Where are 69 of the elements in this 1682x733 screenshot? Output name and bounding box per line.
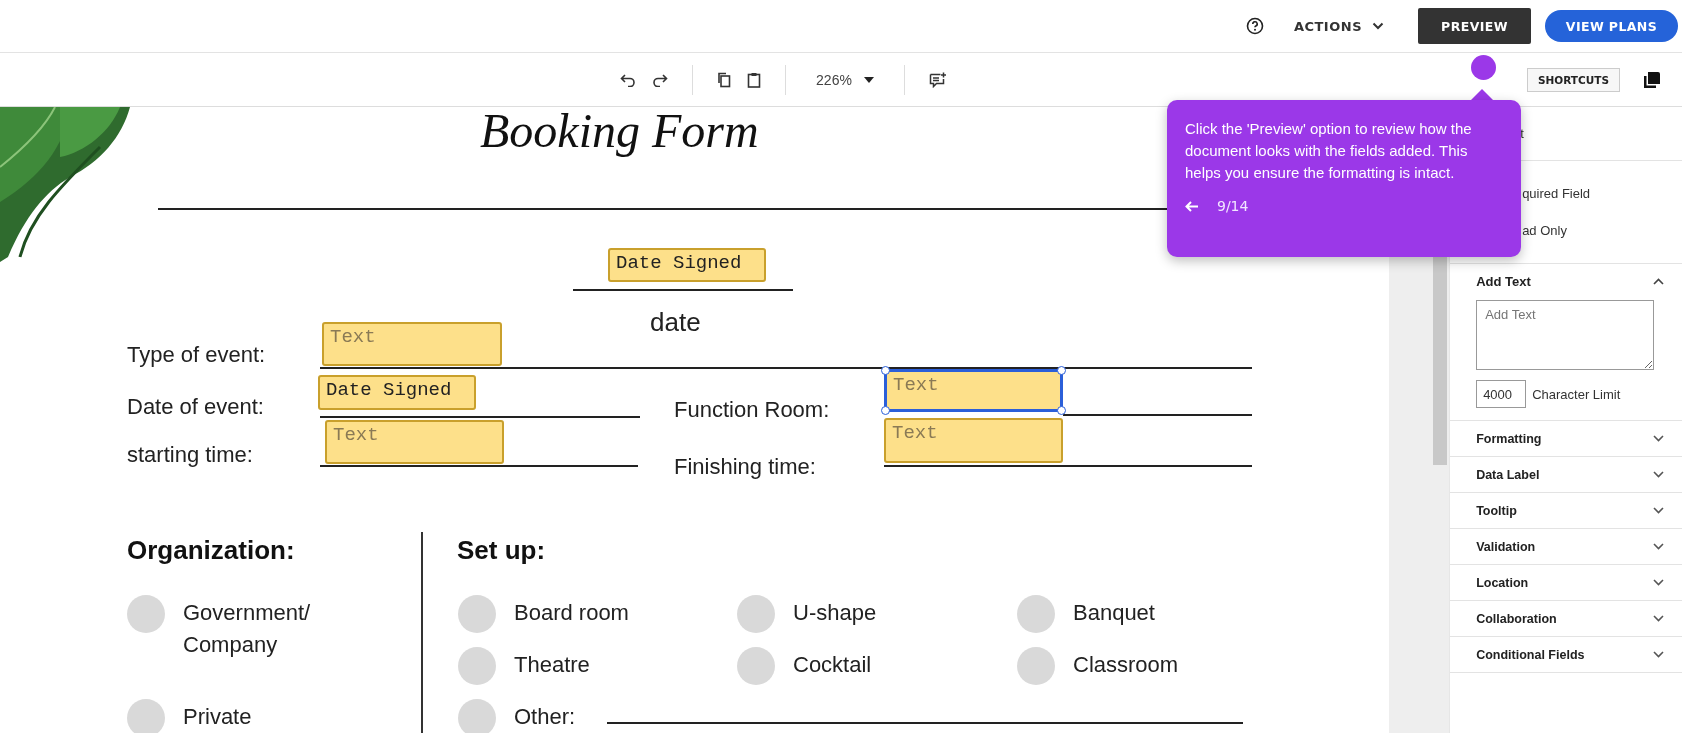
zoom-dropdown[interactable]: 226% bbox=[810, 70, 880, 89]
field-label: Date of event: bbox=[127, 394, 264, 420]
section-header[interactable]: Collaboration bbox=[1450, 601, 1682, 637]
pages-icon[interactable] bbox=[1644, 71, 1660, 88]
comment-icon[interactable] bbox=[928, 71, 947, 88]
section-heading: Organization: bbox=[127, 535, 295, 566]
chevron-down-icon bbox=[1653, 543, 1664, 550]
actions-menu[interactable]: ACTIONS bbox=[1287, 17, 1390, 35]
checkbox-label: ad Only bbox=[1522, 223, 1568, 238]
help-icon[interactable] bbox=[1245, 17, 1264, 35]
radio-button[interactable] bbox=[458, 699, 496, 733]
form-field[interactable]: Date Signed bbox=[608, 248, 766, 282]
field-label: Finishing time: bbox=[674, 454, 816, 480]
section-header[interactable]: Data Label bbox=[1450, 457, 1682, 493]
tooltip-text: Click the 'Preview' option to review how the document looks with the fields added. This helps you ensure the formatting is intact. bbox=[1185, 119, 1473, 183]
chevron-down-icon bbox=[1653, 507, 1664, 514]
form-field[interactable]: Date Signed bbox=[318, 375, 476, 410]
radio-button[interactable] bbox=[127, 595, 165, 633]
text-area[interactable]: Add Text bbox=[1476, 300, 1655, 370]
option-label: Cocktail bbox=[793, 651, 872, 679]
shortcuts-button[interactable]: SHORTCUTS bbox=[1527, 67, 1620, 92]
option-label: Theatre bbox=[514, 651, 590, 679]
copy-icon[interactable] bbox=[717, 71, 732, 88]
section-header[interactable]: Conditional Fields bbox=[1450, 637, 1682, 673]
field-label: starting time: bbox=[127, 442, 253, 468]
character-limit-input[interactable]: 4000 bbox=[1476, 380, 1527, 408]
radio-button[interactable] bbox=[1017, 595, 1055, 633]
section-header[interactable]: Add Text bbox=[1450, 264, 1682, 298]
undo-icon[interactable] bbox=[620, 72, 637, 87]
chevron-down-icon bbox=[1372, 22, 1384, 30]
form-title: Booking Form bbox=[480, 107, 759, 159]
character-limit-label: Character Limit bbox=[1532, 386, 1621, 402]
section-heading: Set up: bbox=[457, 535, 546, 566]
option-label: Private bbox=[183, 703, 253, 731]
option-label: Board room bbox=[514, 599, 629, 627]
pointer-dot bbox=[1471, 55, 1496, 80]
back-arrow-icon[interactable] bbox=[1185, 200, 1199, 212]
chevron-down-icon bbox=[1653, 651, 1664, 658]
chevron-down-icon bbox=[1653, 435, 1664, 442]
option-label: U-shape bbox=[793, 599, 877, 627]
section-header[interactable]: Location bbox=[1450, 565, 1682, 601]
chevron-down-icon bbox=[1653, 471, 1664, 478]
clipboard-icon[interactable] bbox=[747, 71, 762, 88]
step-counter: 9/14 bbox=[1217, 198, 1249, 214]
option-label: Banquet bbox=[1073, 599, 1155, 627]
date-caption: date bbox=[650, 307, 701, 338]
option-label: Government/ Company bbox=[183, 599, 312, 659]
chevron-up-icon bbox=[1653, 277, 1664, 285]
radio-button[interactable] bbox=[737, 595, 775, 633]
radio-button[interactable] bbox=[1017, 647, 1055, 685]
preview-button[interactable]: PREVIEW bbox=[1418, 8, 1531, 44]
view-plans-button[interactable]: VIEW PLANS bbox=[1545, 10, 1678, 42]
checkbox-label: quired Field bbox=[1522, 186, 1592, 201]
field-label: Function Room: bbox=[674, 397, 830, 423]
radio-button[interactable] bbox=[458, 647, 496, 685]
radio-button[interactable] bbox=[737, 647, 775, 685]
radio-button[interactable] bbox=[458, 595, 496, 633]
section-header[interactable]: Tooltip bbox=[1450, 493, 1682, 529]
radio-button[interactable] bbox=[127, 699, 165, 733]
caret-icon bbox=[863, 76, 874, 83]
field-label: Type of event: bbox=[127, 342, 266, 368]
panel-heading: t bbox=[1520, 126, 1524, 141]
option-label: Other: bbox=[514, 703, 576, 731]
option-label: Classroom bbox=[1073, 651, 1179, 679]
section-header[interactable]: Formatting bbox=[1450, 421, 1682, 457]
redo-icon[interactable] bbox=[652, 72, 669, 87]
section-header[interactable]: Validation bbox=[1450, 529, 1682, 565]
chevron-down-icon bbox=[1653, 579, 1664, 586]
chevron-down-icon bbox=[1653, 615, 1664, 622]
